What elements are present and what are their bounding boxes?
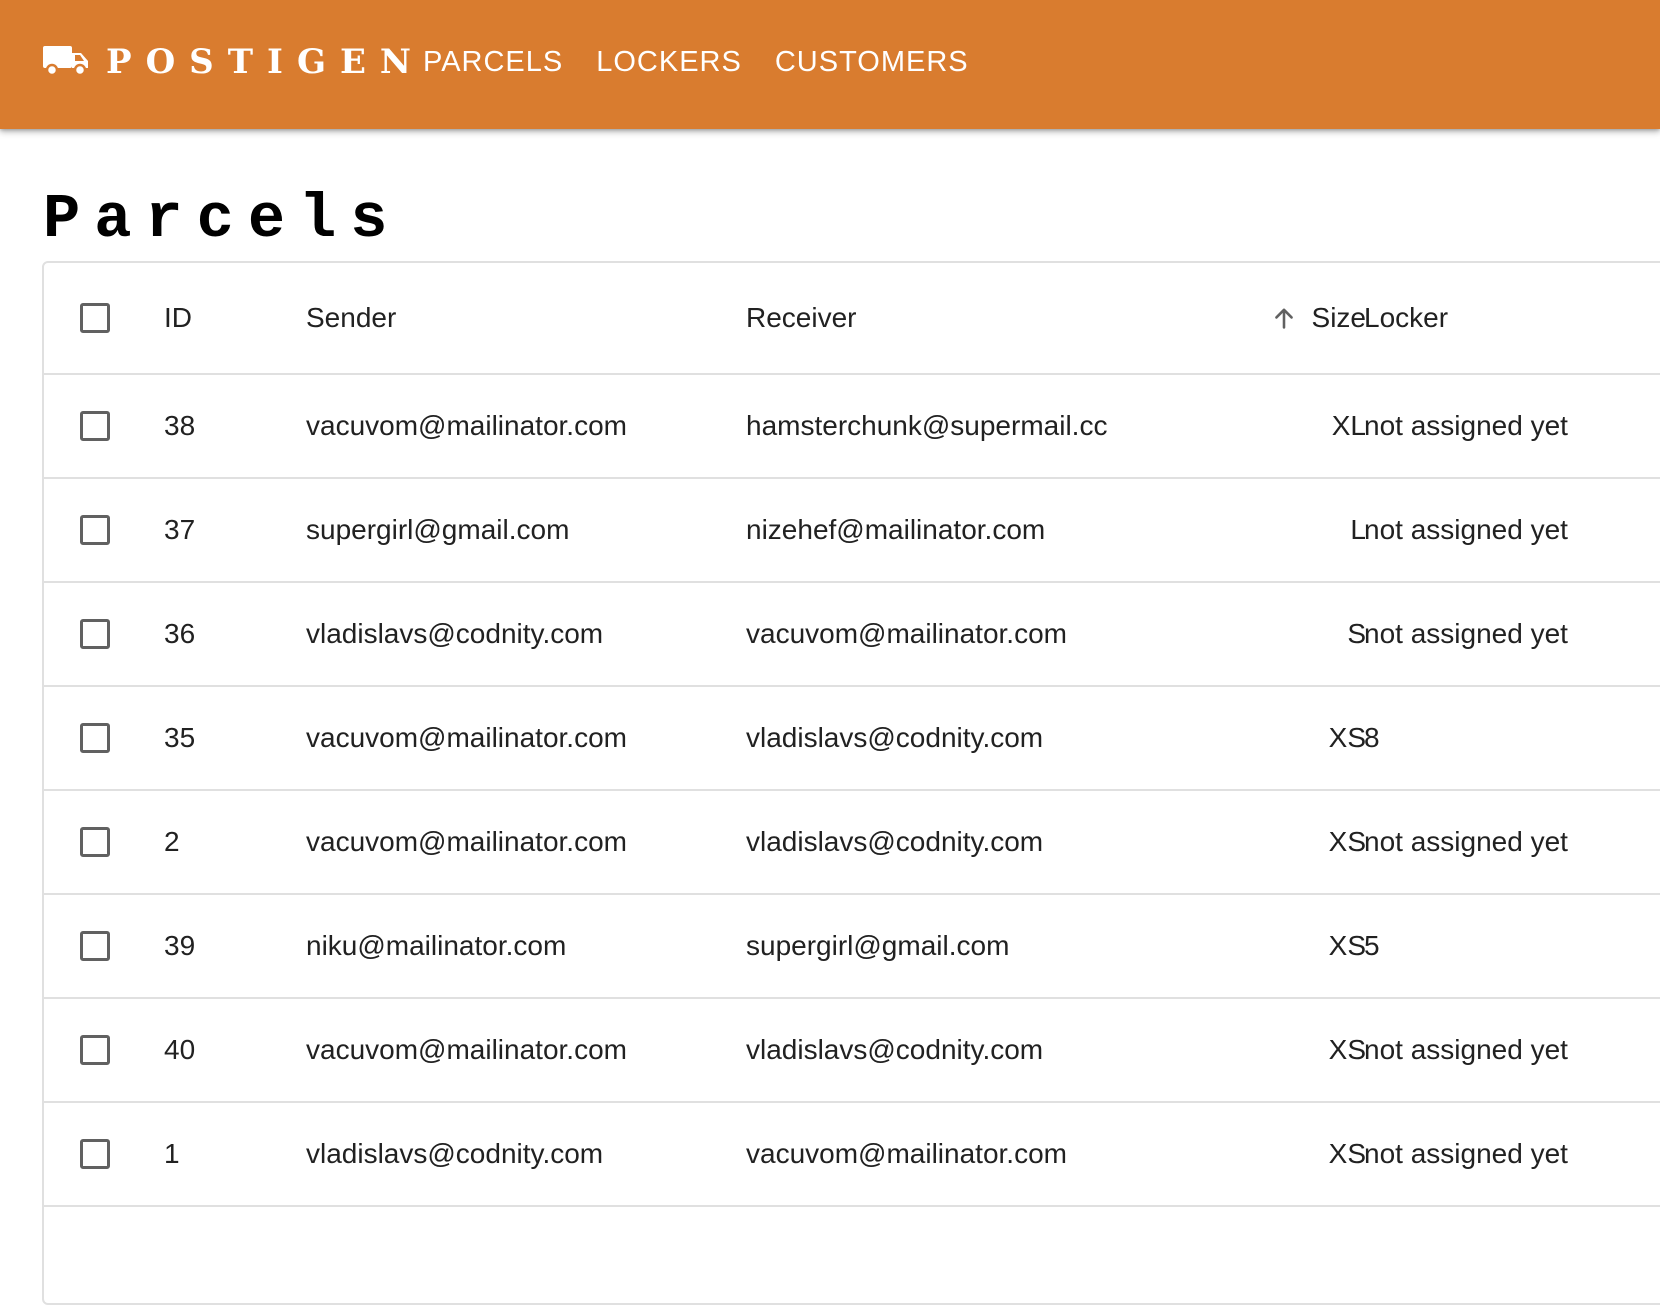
table-row[interactable]: 1 vladislavs@codnity.com vacuvom@mailina… — [44, 1103, 1660, 1207]
cell-size: XS — [1328, 722, 1366, 753]
cell-locker: not assigned yet — [1364, 826, 1568, 857]
cell-id: 1 — [164, 1138, 180, 1169]
cell-locker: not assigned yet — [1364, 514, 1568, 545]
cell-receiver: nizehef@mailinator.com — [746, 514, 1046, 545]
row-checkbox[interactable] — [80, 931, 110, 961]
row-select-cell — [76, 583, 114, 685]
brand-name[interactable]: POSTIGEN — [106, 40, 425, 84]
cell-id: 38 — [164, 410, 196, 441]
cell-size: S — [1347, 618, 1366, 649]
column-header-sender[interactable]: Sender — [306, 263, 396, 373]
cell-id: 2 — [164, 826, 180, 857]
row-select-cell — [76, 791, 114, 893]
cell-receiver: vladislavs@codnity.com — [746, 826, 1044, 857]
row-select-cell — [76, 1103, 114, 1205]
cell-id: 35 — [164, 722, 196, 753]
cell-id: 40 — [164, 1034, 196, 1065]
arrow-up-icon[interactable] — [1270, 304, 1298, 332]
nav-link-parcels[interactable]: PARCELS — [423, 40, 563, 84]
cell-receiver: vacuvom@mailinator.com — [746, 1138, 1067, 1169]
cell-size: XS — [1328, 1138, 1366, 1169]
cell-size: L — [1350, 514, 1366, 545]
cell-sender: vacuvom@mailinator.com — [306, 1034, 627, 1065]
cell-receiver: supergirl@gmail.com — [746, 930, 1010, 961]
cell-sender: vladislavs@codnity.com — [306, 1138, 604, 1169]
cell-locker: 5 — [1364, 930, 1380, 961]
column-header-id[interactable]: ID — [164, 263, 192, 373]
select-all-checkbox[interactable] — [80, 303, 110, 333]
table-row[interactable]: 40 vacuvom@mailinator.com vladislavs@cod… — [44, 999, 1660, 1103]
row-checkbox[interactable] — [80, 411, 110, 441]
cell-sender: vacuvom@mailinator.com — [306, 826, 627, 857]
row-select-cell — [76, 999, 114, 1101]
cell-locker: not assigned yet — [1364, 618, 1568, 649]
table-header-row: ID Sender Receiver Size Locker — [44, 263, 1660, 375]
cell-size: XS — [1328, 1034, 1366, 1065]
cell-receiver: vladislavs@codnity.com — [746, 722, 1044, 753]
cell-sender: vladislavs@codnity.com — [306, 618, 604, 649]
table-row[interactable]: 35 vacuvom@mailinator.com vladislavs@cod… — [44, 687, 1660, 791]
row-select-cell — [76, 895, 114, 997]
cell-size: XS — [1328, 826, 1366, 857]
nav-link-lockers[interactable]: LOCKERS — [596, 40, 742, 84]
cell-locker: not assigned yet — [1364, 1138, 1568, 1169]
cell-sender: niku@mailinator.com — [306, 930, 567, 961]
cell-id: 39 — [164, 930, 196, 961]
cell-sender: supergirl@gmail.com — [306, 514, 570, 545]
cell-size: XS — [1328, 930, 1366, 961]
row-select-cell — [76, 479, 114, 581]
cell-sender: vacuvom@mailinator.com — [306, 410, 627, 441]
table-row[interactable]: 36 vladislavs@codnity.com vacuvom@mailin… — [44, 583, 1660, 687]
column-header-receiver[interactable]: Receiver — [746, 263, 856, 373]
row-checkbox[interactable] — [80, 827, 110, 857]
row-checkbox[interactable] — [80, 1035, 110, 1065]
cell-sender: vacuvom@mailinator.com — [306, 722, 627, 753]
row-select-cell — [76, 687, 114, 789]
select-all-cell — [76, 263, 114, 373]
nav-link-customers[interactable]: CUSTOMERS — [775, 40, 969, 84]
cell-receiver: vacuvom@mailinator.com — [746, 618, 1067, 649]
table-row[interactable]: 38 vacuvom@mailinator.com hamsterchunk@s… — [44, 375, 1660, 479]
row-checkbox[interactable] — [80, 515, 110, 545]
column-header-size[interactable]: Size — [1224, 263, 1366, 373]
cell-id: 36 — [164, 618, 196, 649]
cell-size: XL — [1331, 410, 1366, 441]
column-header-size-label: Size — [1311, 302, 1366, 333]
table-row[interactable]: 37 supergirl@gmail.com nizehef@mailinato… — [44, 479, 1660, 583]
table-row[interactable]: 2 vacuvom@mailinator.com vladislavs@codn… — [44, 791, 1660, 895]
table-row[interactable]: 39 niku@mailinator.com supergirl@gmail.c… — [44, 895, 1660, 999]
main-nav: PARCELS LOCKERS CUSTOMERS — [423, 40, 969, 84]
row-checkbox[interactable] — [80, 619, 110, 649]
truck-icon — [43, 46, 88, 77]
app-bar: POSTIGEN PARCELS LOCKERS CUSTOMERS — [0, 0, 1660, 129]
row-select-cell — [76, 375, 114, 477]
cell-receiver: hamsterchunk@supermail.cc — [746, 410, 1108, 441]
column-header-locker[interactable]: Locker — [1364, 263, 1448, 373]
cell-receiver: vladislavs@codnity.com — [746, 1034, 1044, 1065]
parcels-table: ID Sender Receiver Size Locker 38 vacuvo… — [42, 261, 1660, 1305]
row-checkbox[interactable] — [80, 723, 110, 753]
cell-id: 37 — [164, 514, 196, 545]
cell-locker: not assigned yet — [1364, 410, 1568, 441]
page-title: Parcels — [43, 184, 402, 255]
cell-locker: 8 — [1364, 722, 1380, 753]
row-checkbox[interactable] — [80, 1139, 110, 1169]
cell-locker: not assigned yet — [1364, 1034, 1568, 1065]
